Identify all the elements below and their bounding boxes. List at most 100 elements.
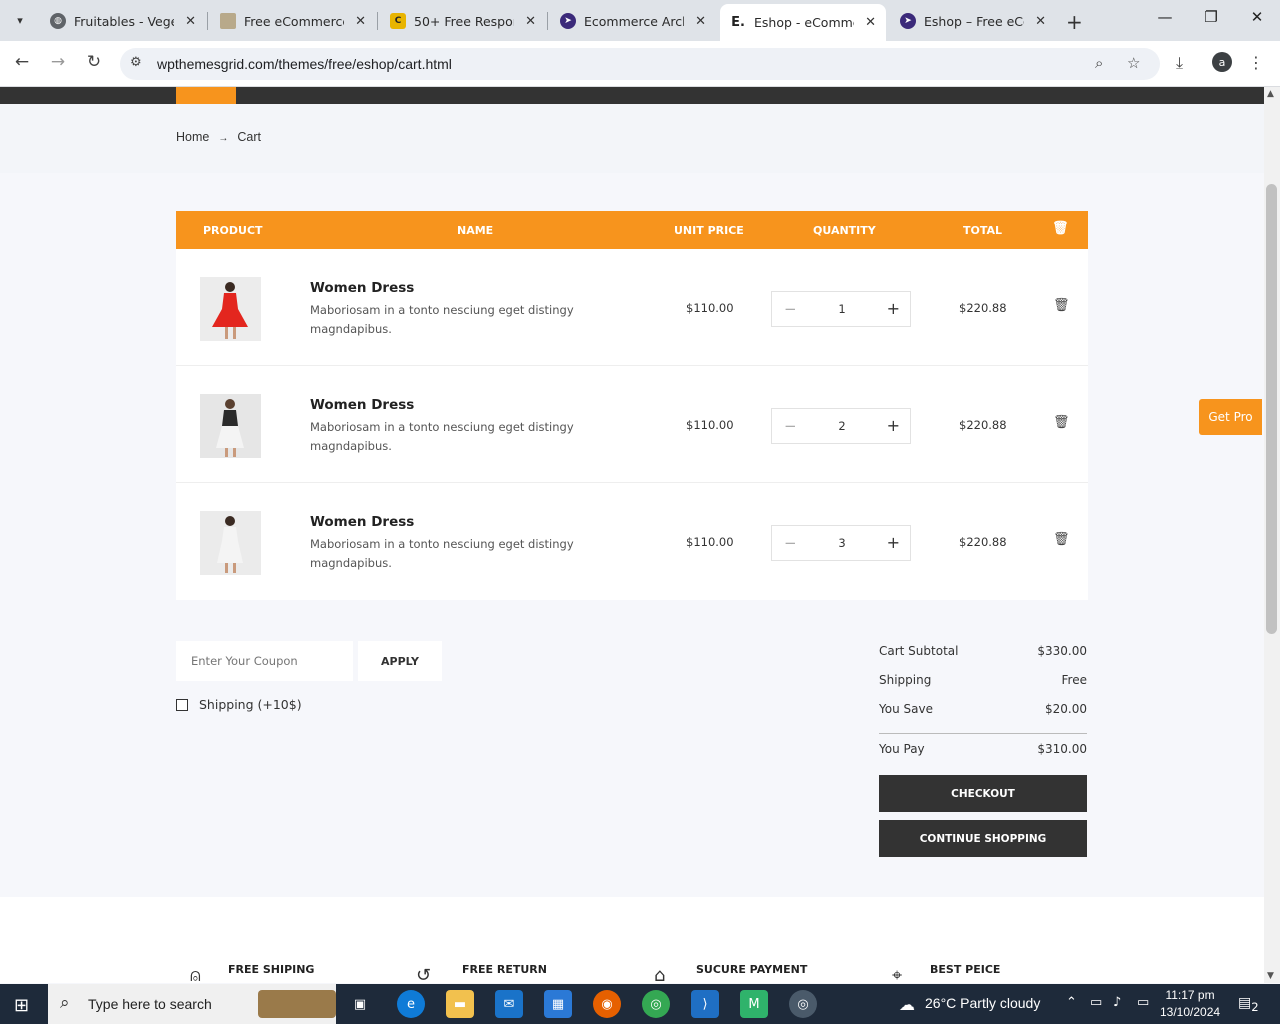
cart-row: Women Dress Maboriosam in a tonto nesciu… [176, 249, 1088, 366]
browser-tab[interactable]: ➤ Eshop – Free eCon ✕ [890, 6, 1056, 36]
trash-icon[interactable]: 🗑 [1053, 532, 1070, 547]
browser-tab-active[interactable]: E. Eshop - eCommerc ✕ [720, 4, 886, 41]
url-text[interactable]: wpthemesgrid.com/themes/free/eshop/cart.… [157, 56, 452, 72]
network-icon[interactable]: ▭ [1137, 995, 1149, 1010]
product-name[interactable]: Women Dress [310, 514, 414, 530]
restore-icon[interactable]: ❐ [1191, 8, 1231, 26]
chrome-icon[interactable]: ◎ [642, 990, 670, 1018]
product-image[interactable] [200, 394, 261, 458]
feature-best-price: BEST PEICE [930, 963, 1001, 976]
header-name: NAME [457, 224, 494, 237]
more-menu-icon[interactable]: ⋮ [1248, 53, 1264, 72]
tab-search-chevron-icon[interactable]: ▾ [8, 8, 32, 32]
globe-icon: ◍ [50, 13, 66, 29]
forward-icon[interactable]: → [46, 52, 70, 72]
back-icon[interactable]: ← [10, 52, 34, 72]
line-total: $220.88 [959, 301, 1007, 315]
bookmark-star-icon[interactable]: ☆ [1127, 54, 1140, 72]
c-logo-icon: C [390, 13, 406, 29]
address-bar[interactable]: ⚙ wpthemesgrid.com/themes/free/eshop/car… [120, 48, 1160, 80]
product-image[interactable] [200, 511, 261, 575]
trash-icon[interactable]: 🗑 [1053, 298, 1070, 313]
browser-tab[interactable]: Free eCommerce V ✕ [210, 6, 376, 36]
product-image[interactable] [200, 277, 261, 341]
file-explorer-icon[interactable]: ▬ [446, 990, 474, 1018]
browser-tab[interactable]: ◍ Fruitables - Vegeta ✕ [40, 6, 206, 36]
cart-table: PRODUCT NAME UNIT PRICE QUANTITY TOTAL 🗑… [176, 211, 1088, 600]
window-close-icon[interactable]: ✕ [1237, 8, 1277, 26]
chevron-up-icon[interactable]: ⌃ [1066, 995, 1077, 1010]
product-name[interactable]: Women Dress [310, 397, 414, 413]
feature-free-return: FREE RETURN [462, 963, 547, 976]
page-scrollbar[interactable]: ▲ ▼ [1264, 87, 1280, 983]
close-tab-icon[interactable]: ✕ [695, 14, 706, 29]
e-logo-icon: E. [731, 15, 745, 30]
image-icon [220, 13, 236, 29]
line-total: $220.88 [959, 418, 1007, 432]
close-tab-icon[interactable]: ✕ [185, 14, 196, 29]
apply-coupon-button[interactable]: APPLY [358, 641, 442, 681]
vscode-icon[interactable]: ⟩ [691, 990, 719, 1018]
product-description: Maboriosam in a tonto nesciung eget dist… [310, 537, 574, 570]
shipping-checkbox[interactable] [176, 699, 188, 711]
volume-icon[interactable]: ♪ [1113, 995, 1121, 1010]
windows-start-icon[interactable]: ⊞ [14, 995, 29, 1016]
trash-icon[interactable]: 🗑 [1053, 415, 1070, 430]
close-tab-icon[interactable]: ✕ [865, 15, 876, 30]
rocket-icon: ⍝ [190, 965, 201, 983]
plus-icon[interactable]: + [887, 299, 900, 318]
meet-icon[interactable]: ▭ [1090, 995, 1102, 1010]
feature-free-shipping: FREE SHIPING [228, 963, 315, 976]
product-description: Maboriosam in a tonto nesciung eget dist… [310, 420, 574, 453]
summary-subtotal: Cart Subtotal $330.00 [879, 644, 1087, 658]
cart-row: Women Dress Maboriosam in a tonto nesciu… [176, 366, 1088, 483]
profile-avatar[interactable]: a [1212, 52, 1232, 72]
cart-summary: Cart Subtotal $330.00 Shipping Free You … [879, 642, 1087, 769]
download-icon[interactable]: ⤓ [1176, 53, 1183, 73]
rocket-icon: ➤ [560, 13, 576, 29]
weather-icon[interactable]: ☁ [893, 990, 921, 1018]
site-settings-icon[interactable]: ⚙ [130, 55, 142, 70]
zoom-icon[interactable]: ⌕ [1095, 54, 1103, 72]
arrow-right-icon: → [218, 133, 229, 144]
notification-icon[interactable]: ▤2 [1238, 995, 1259, 1014]
scroll-down-arrow-icon[interactable]: ▼ [1267, 971, 1274, 981]
browser-tab[interactable]: ➤ Ecommerce Archiv ✕ [550, 6, 716, 36]
taskbar-clock[interactable]: 11:17 pm 13/10/2024 [1160, 987, 1220, 1021]
weather-widget[interactable]: 26°C Partly cloudy [925, 995, 1040, 1011]
plus-icon[interactable]: + [887, 416, 900, 435]
scrollbar-thumb[interactable] [1266, 184, 1277, 634]
close-tab-icon[interactable]: ✕ [355, 14, 366, 29]
plus-icon[interactable]: + [887, 533, 900, 552]
trash-icon[interactable]: 🗑 [1052, 221, 1069, 236]
app-icon[interactable]: M [740, 990, 768, 1018]
mail-icon[interactable]: ✉ [495, 990, 523, 1018]
reload-icon[interactable]: ↻ [82, 52, 106, 72]
task-view-icon[interactable]: ▣ [346, 990, 374, 1018]
browser-tab[interactable]: C 50+ Free Responsi ✕ [380, 6, 546, 36]
breadcrumb-current: Cart [237, 130, 261, 144]
product-name[interactable]: Women Dress [310, 280, 414, 296]
scroll-up-arrow-icon[interactable]: ▲ [1267, 89, 1274, 99]
minimize-icon[interactable]: — [1145, 8, 1185, 26]
get-pro-button[interactable]: Get Pro [1199, 399, 1262, 435]
product-description: Maboriosam in a tonto nesciung eget dist… [310, 303, 574, 336]
header-unit-price: UNIT PRICE [674, 224, 744, 237]
close-tab-icon[interactable]: ✕ [1035, 14, 1046, 29]
chrome-profile-icon[interactable]: ◎ [789, 990, 817, 1018]
checkout-button[interactable]: CHECKOUT [879, 775, 1087, 812]
new-tab-icon[interactable]: + [1066, 10, 1083, 34]
edge-icon[interactable]: e [397, 990, 425, 1018]
summary-savings: You Save $20.00 [879, 702, 1087, 716]
cart-row: Women Dress Maboriosam in a tonto nesciu… [176, 483, 1088, 600]
shipping-checkbox-label[interactable]: Shipping (+10$) [199, 697, 302, 712]
breadcrumb-home-link[interactable]: Home [176, 130, 209, 144]
continue-shopping-button[interactable]: CONTINUE SHOPPING [879, 820, 1087, 857]
unit-price: $110.00 [686, 535, 734, 549]
coupon-input[interactable] [176, 641, 353, 681]
firefox-icon[interactable]: ◉ [593, 990, 621, 1018]
close-tab-icon[interactable]: ✕ [525, 14, 536, 29]
summary-divider [879, 733, 1087, 734]
store-icon[interactable]: ▦ [544, 990, 572, 1018]
tag-icon: ⌖ [892, 965, 903, 983]
